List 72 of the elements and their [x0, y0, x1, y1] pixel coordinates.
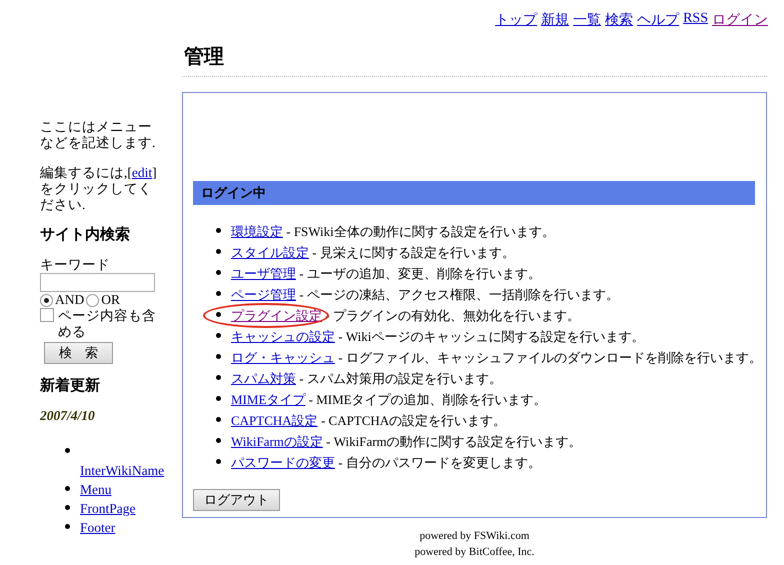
page-link[interactable]: Footer	[80, 520, 116, 535]
bullet-icon	[216, 333, 221, 338]
nav-link[interactable]: トップ	[495, 11, 538, 29]
item-description: - ページの凍結、アクセス権限、一括削除を行います。	[298, 287, 619, 302]
intro-text: ここにはメニューなどを記述します.	[40, 119, 156, 151]
admin-link[interactable]: ユーザ管理	[231, 266, 296, 281]
bullet-icon	[216, 270, 221, 275]
bullet-icon	[216, 291, 221, 296]
radio-label: OR	[101, 292, 120, 308]
search-heading: サイト内検索	[40, 227, 131, 243]
item-description: - WikiFarmの動作に関する設定を行います。	[325, 434, 582, 449]
admin-link[interactable]: パスワードの変更	[231, 455, 335, 470]
item-description: - MIMEタイプの追加、削除を行います。	[308, 392, 547, 407]
bullet-icon	[65, 505, 70, 510]
bracket-text: [	[127, 165, 132, 180]
item-description: - Wikiページのキャッシュに関する設定を行います。	[337, 329, 644, 344]
admin-link[interactable]: 環境設定	[231, 224, 283, 239]
bullet-icon	[216, 375, 221, 380]
bullet-icon	[216, 459, 221, 464]
bullet-icon	[216, 228, 221, 233]
nav-link[interactable]: ログイン	[712, 11, 768, 29]
page-link[interactable]: InterWikiName	[80, 463, 164, 478]
bullet-icon	[65, 524, 70, 529]
nav-link[interactable]: 検索	[605, 11, 634, 29]
section-header: ログイン中	[193, 181, 755, 205]
radio-label: AND	[55, 292, 84, 308]
item-description: - スパム対策用の設定を行います。	[298, 371, 502, 386]
keyword-field[interactable]	[40, 273, 155, 292]
checkbox-label: ページ内容も含める	[58, 308, 157, 340]
admin-link[interactable]: ページ管理	[231, 287, 296, 302]
bullet-icon	[216, 249, 221, 254]
bullet-icon	[216, 417, 221, 422]
radio-button[interactable]	[40, 294, 53, 306]
nav-link[interactable]: RSS	[683, 11, 708, 29]
edit-instruction: をクリックしてください.	[40, 181, 152, 212]
footer-text: powered by BitCoffee, Inc.	[414, 545, 536, 560]
bracket-text: ]	[152, 165, 157, 180]
edit-link[interactable]: edit	[132, 165, 152, 180]
item-description: - FSWiki全体の動作に関する設定を行います。	[285, 224, 555, 239]
logout-button[interactable]: ログアウト	[193, 489, 280, 511]
page-link[interactable]: Menu	[80, 482, 112, 497]
admin-link[interactable]: WikiFarmの設定	[231, 434, 323, 449]
nav-link[interactable]: 新規	[541, 11, 570, 29]
admin-link[interactable]: ログ・キャッシュ	[231, 350, 335, 365]
admin-link[interactable]: キャッシュの設定	[231, 329, 335, 344]
admin-link[interactable]: MIMEタイプ	[231, 392, 306, 407]
admin-link[interactable]: スタイル設定	[231, 245, 309, 260]
recent-heading: 新着更新	[40, 378, 101, 394]
item-description: - 自分のパスワードを変更します。	[337, 455, 541, 470]
radio-button[interactable]	[86, 294, 100, 306]
page-title: 管理	[182, 43, 767, 77]
admin-link[interactable]: スパム対策	[231, 371, 296, 386]
bullet-icon	[216, 438, 221, 443]
bullet-icon	[65, 448, 70, 453]
admin-link[interactable]: CAPTCHA設定	[231, 413, 318, 428]
bullet-icon	[216, 312, 221, 317]
footer-text: powered by FSWiki.com	[418, 529, 530, 544]
checkbox[interactable]	[40, 308, 54, 322]
keyword-label: キーワード	[40, 257, 111, 273]
item-description: - ユーザの追加、変更、削除を行います。	[298, 266, 541, 281]
search-button[interactable]: 検 索	[44, 342, 113, 364]
page-link[interactable]: FrontPage	[80, 501, 136, 516]
bullet-icon	[216, 396, 221, 401]
item-description: - ログファイル、キャッシュファイルのダウンロードを削除を行います。	[337, 350, 762, 365]
nav-link[interactable]: ヘルプ	[637, 11, 680, 29]
nav-link[interactable]: 一覧	[573, 11, 602, 29]
update-date: 2007/4/10	[40, 408, 96, 424]
edit-instruction: 編集するには,	[40, 165, 128, 180]
item-description: - 見栄えに関する設定を行います。	[311, 245, 515, 260]
item-description: - CAPTCHAの設定を行います。	[320, 413, 506, 428]
bullet-icon	[65, 486, 70, 491]
bullet-icon	[216, 354, 221, 359]
